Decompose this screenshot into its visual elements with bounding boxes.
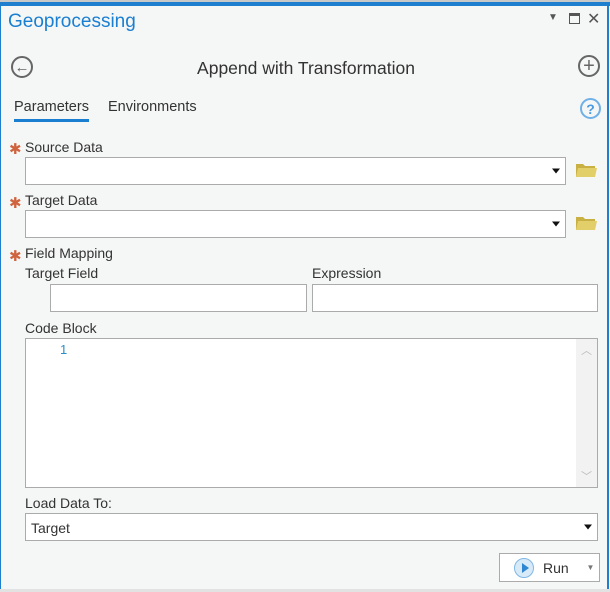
target-field-label: Target Field: [25, 265, 99, 281]
help-icon[interactable]: ?: [580, 98, 601, 119]
folder-icon[interactable]: [575, 215, 597, 231]
vertical-scrollbar[interactable]: ︿ ﹀: [576, 339, 597, 487]
scroll-up-icon[interactable]: ︿: [576, 342, 597, 358]
expression-input[interactable]: [312, 284, 598, 312]
add-icon[interactable]: +: [578, 55, 600, 77]
target-data-dropdown[interactable]: [25, 210, 566, 238]
tab-environments[interactable]: Environments: [108, 99, 197, 115]
field-mapping-label: Field Mapping: [25, 245, 113, 261]
close-icon[interactable]: ✕: [587, 9, 600, 29]
chevron-down-icon: [552, 168, 560, 174]
code-block-label: Code Block: [25, 320, 97, 336]
line-number: 1: [60, 342, 68, 357]
run-button[interactable]: Run ▼: [499, 553, 600, 582]
pane-border-right: [607, 2, 609, 592]
target-data-label: Target Data: [25, 192, 98, 208]
code-block-editor[interactable]: 1 ︿ ﹀: [25, 338, 598, 488]
play-icon: [514, 557, 534, 578]
required-icon: ✱: [9, 195, 22, 212]
load-data-to-label: Load Data To:: [25, 495, 112, 511]
tab-parameters[interactable]: Parameters: [14, 99, 89, 122]
run-options-chevron-icon[interactable]: ▼: [582, 554, 599, 581]
pane-accent-bar: [0, 2, 610, 6]
expression-label: Expression: [312, 265, 382, 281]
pane-title: Geoprocessing: [8, 11, 136, 32]
load-data-to-dropdown[interactable]: Target: [25, 513, 598, 541]
load-data-to-value: Target: [31, 520, 70, 536]
pane-options-icon[interactable]: ▼: [548, 12, 558, 23]
scroll-down-icon[interactable]: ﹀: [576, 468, 597, 484]
chevron-down-icon: [552, 221, 560, 227]
chevron-down-icon: [584, 524, 592, 530]
target-field-input[interactable]: [50, 284, 307, 312]
required-icon: ✱: [9, 248, 22, 265]
pane-border-left: [0, 2, 1, 592]
source-data-label: Source Data: [25, 139, 103, 155]
maximize-icon[interactable]: [569, 13, 580, 24]
run-label: Run: [543, 559, 569, 576]
required-icon: ✱: [9, 141, 22, 158]
folder-icon[interactable]: [575, 162, 597, 178]
tool-title: Append with Transformation: [197, 58, 415, 78]
source-data-dropdown[interactable]: [25, 157, 566, 185]
